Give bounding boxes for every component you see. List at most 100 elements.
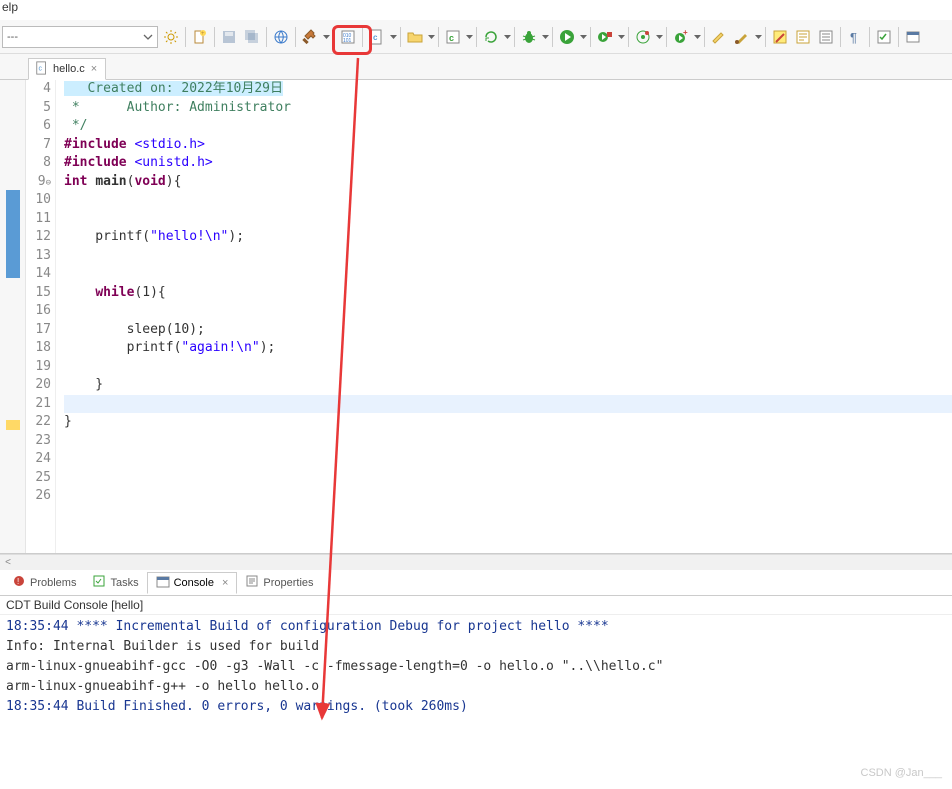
line-number: 14	[26, 265, 51, 284]
c-launch-icon[interactable]: c	[442, 26, 464, 48]
ruler-mark	[6, 190, 20, 278]
dropdown-arrow-icon[interactable]	[541, 35, 549, 39]
c-file-icon[interactable]: c	[366, 26, 388, 48]
bottom-tab-row: !ProblemsTasks Console × Properties	[0, 570, 952, 596]
line-number: 24	[26, 450, 51, 469]
line-number: 4	[26, 80, 51, 99]
dropdown-arrow-icon[interactable]	[427, 35, 435, 39]
code-line	[64, 302, 952, 321]
binary-icon[interactable]: 010101	[337, 26, 359, 48]
toolbar-separator	[840, 27, 841, 47]
svg-text:!: !	[17, 577, 19, 586]
highlight-icon[interactable]	[769, 26, 791, 48]
new-file-icon[interactable]: +	[189, 26, 211, 48]
console-line: Info: Internal Builder is used for build	[6, 637, 946, 657]
menu-fragment: elp	[0, 0, 952, 20]
toolbar-separator	[362, 27, 363, 47]
save-all-icon[interactable]	[241, 26, 263, 48]
problems-icon: !	[12, 574, 26, 591]
horizontal-scrollbar[interactable]: <	[0, 554, 952, 570]
dropdown-arrow-icon[interactable]	[503, 35, 511, 39]
hammer-icon[interactable]	[299, 26, 321, 48]
code-line: sleep(10);	[64, 321, 952, 340]
dropdown-arrow-icon[interactable]	[579, 35, 587, 39]
c-file-icon: c	[35, 61, 49, 78]
line-number: 7	[26, 136, 51, 155]
close-icon[interactable]: ×	[222, 577, 228, 589]
picker-icon[interactable]	[902, 26, 924, 48]
svg-text:+: +	[201, 31, 205, 37]
tab-properties[interactable]: Properties	[237, 572, 321, 594]
tasks-icon	[92, 574, 106, 591]
code-line	[64, 469, 952, 488]
code-line	[64, 358, 952, 377]
bug1-icon[interactable]	[518, 26, 540, 48]
tab-label: Console	[174, 577, 214, 589]
dropdown-arrow-icon[interactable]	[322, 35, 330, 39]
line-number: 20	[26, 376, 51, 395]
run-ext-icon[interactable]	[594, 26, 616, 48]
folder-icon[interactable]	[404, 26, 426, 48]
brush-icon[interactable]	[731, 26, 753, 48]
watermark: CSDN @Jan___	[861, 767, 942, 779]
refresh-icon[interactable]	[480, 26, 502, 48]
run-icon[interactable]	[556, 26, 578, 48]
toolbar-separator	[869, 27, 870, 47]
line-number: 26	[26, 487, 51, 506]
gear-icon[interactable]	[160, 26, 182, 48]
toolbar-separator	[185, 27, 186, 47]
editor-area: 456789⊖101112131415161718192021222324252…	[0, 80, 952, 554]
code-line	[64, 210, 952, 229]
line-number: 18	[26, 339, 51, 358]
code-line: int main(void){	[64, 173, 952, 192]
dropdown-arrow-icon[interactable]	[655, 35, 663, 39]
dropdown-arrow-icon[interactable]	[754, 35, 762, 39]
dropdown-arrow-icon[interactable]	[617, 35, 625, 39]
line-number: 8	[26, 154, 51, 173]
target-combo[interactable]: ---	[2, 26, 158, 48]
toolbar-separator	[552, 27, 553, 47]
tab-problems[interactable]: !Problems	[4, 572, 84, 594]
target-icon[interactable]	[632, 26, 654, 48]
code-line: * Author: Administrator	[64, 99, 952, 118]
tab-tasks[interactable]: Tasks	[84, 572, 146, 594]
save-icon[interactable]	[218, 26, 240, 48]
code-line	[64, 191, 952, 210]
line-number: 25	[26, 469, 51, 488]
code-line: Created on: 2022年10月29日	[64, 80, 952, 99]
pilcrow-icon[interactable]: ¶	[844, 26, 866, 48]
code-line: }	[64, 413, 952, 432]
dropdown-arrow-icon[interactable]	[693, 35, 701, 39]
svg-text:101: 101	[343, 38, 352, 44]
toolbar-separator	[898, 27, 899, 47]
close-tab-button[interactable]: ×	[89, 63, 99, 75]
form-icon[interactable]	[792, 26, 814, 48]
add-run-icon[interactable]: +	[670, 26, 692, 48]
line-number: 9⊖	[26, 173, 51, 192]
paint-icon[interactable]	[708, 26, 730, 48]
main-toolbar: --- +010101 c c + ¶	[0, 20, 952, 54]
scroll-left-icon[interactable]: <	[0, 557, 16, 568]
toolbar-separator	[438, 27, 439, 47]
dropdown-arrow-icon[interactable]	[465, 35, 473, 39]
toolbar-separator	[400, 27, 401, 47]
toolbar-separator	[590, 27, 591, 47]
properties-icon	[245, 574, 259, 591]
editor-tab-label: hello.c	[53, 63, 85, 75]
svg-text:c: c	[39, 65, 43, 72]
console-icon	[156, 575, 170, 592]
svg-text:c: c	[449, 33, 454, 43]
globe-icon[interactable]	[270, 26, 292, 48]
dropdown-arrow-icon[interactable]	[389, 35, 397, 39]
svg-text:c: c	[373, 33, 378, 42]
toolbar-separator	[214, 27, 215, 47]
editor-tab-row: c hello.c ×	[0, 54, 952, 80]
code-editor[interactable]: Created on: 2022年10月29日 * Author: Admini…	[56, 80, 952, 553]
list-icon[interactable]	[815, 26, 837, 48]
console-header: CDT Build Console [hello]	[0, 596, 952, 615]
code-line: }	[64, 376, 952, 395]
tab-console[interactable]: Console ×	[147, 572, 238, 594]
editor-tab-hello[interactable]: c hello.c ×	[28, 58, 106, 80]
ruler-mark	[6, 420, 20, 430]
task-icon[interactable]	[873, 26, 895, 48]
